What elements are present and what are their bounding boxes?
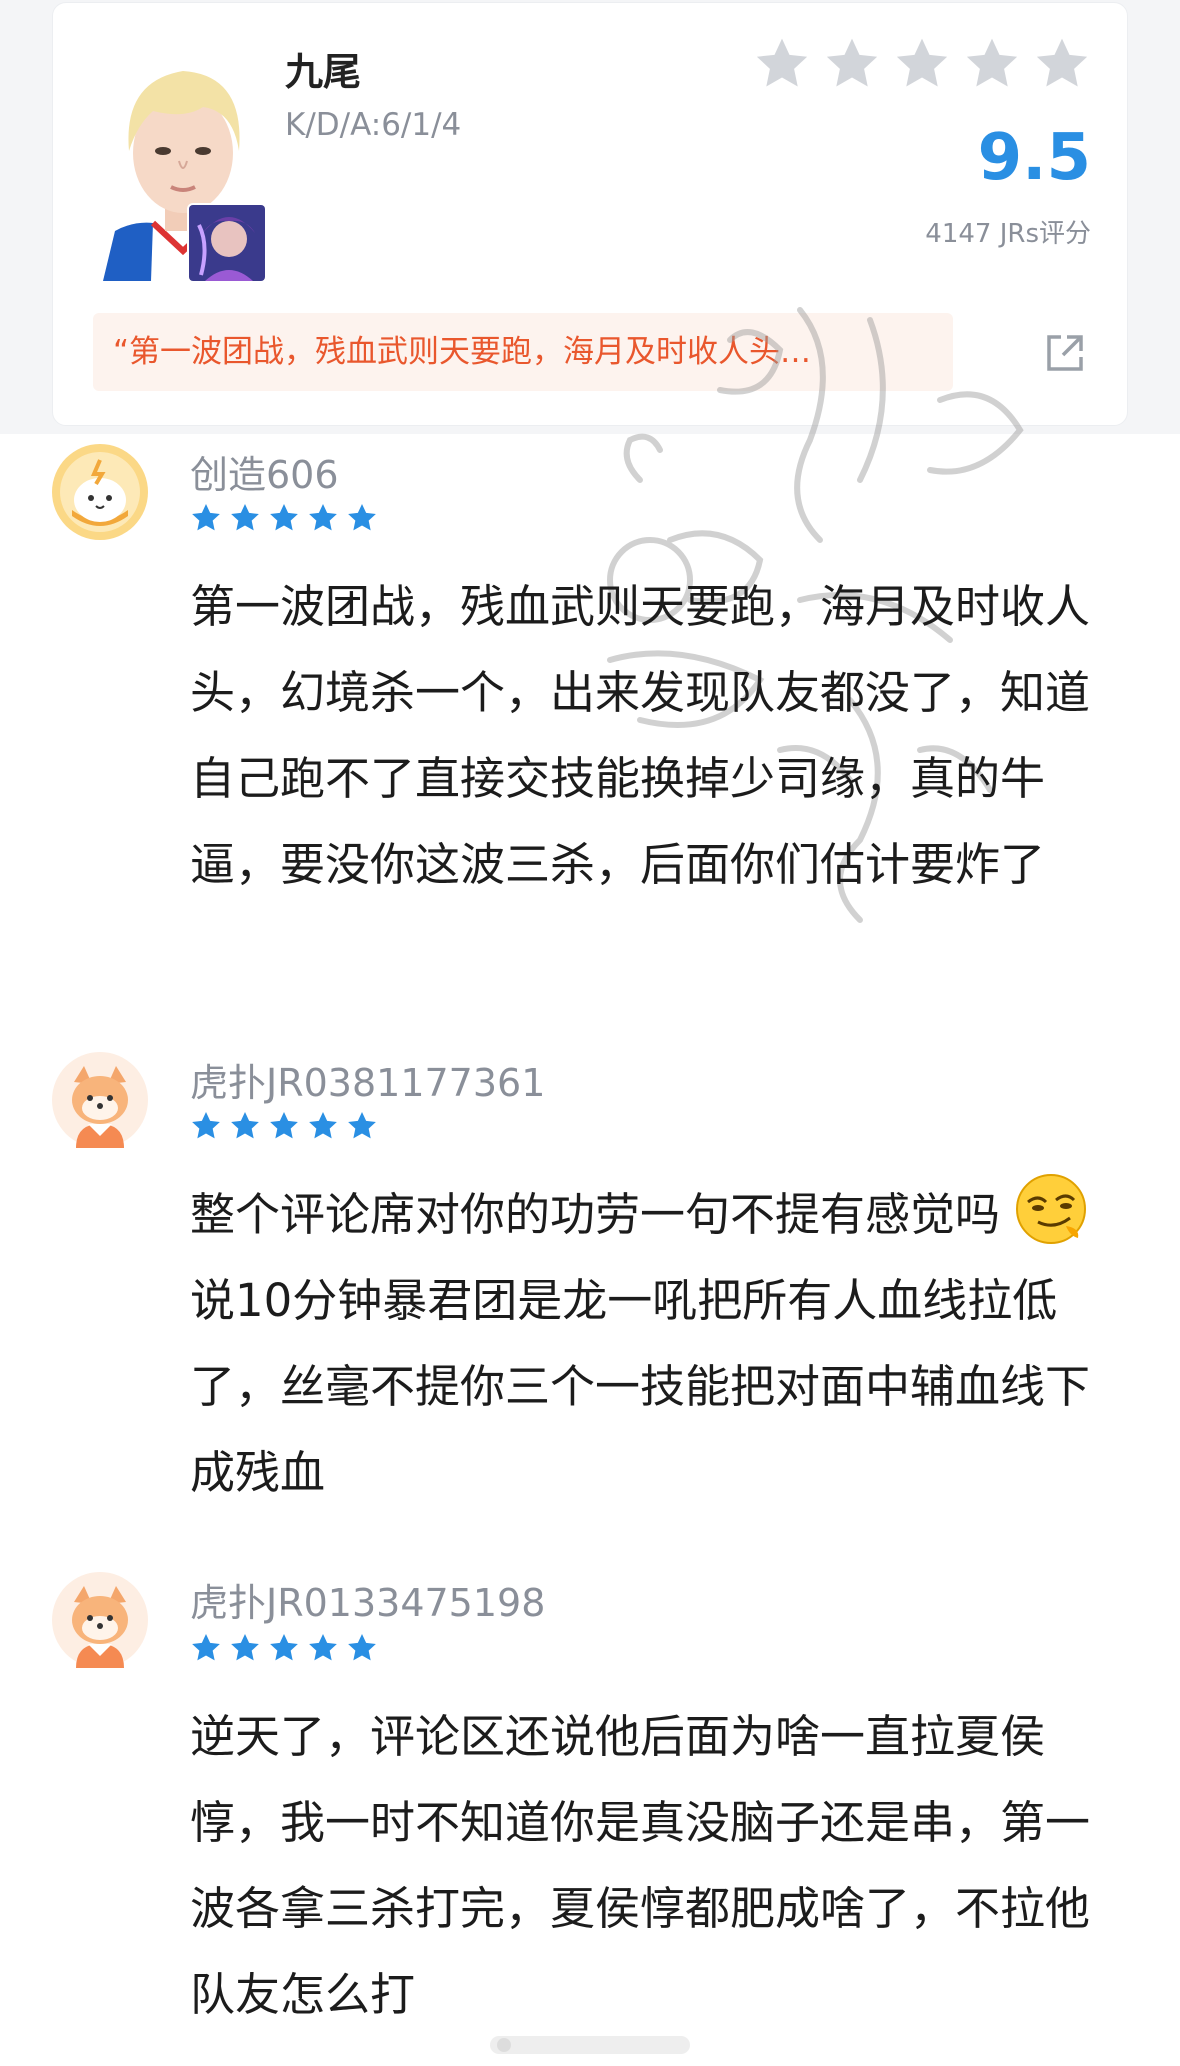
player-name: 九尾 bbox=[285, 50, 362, 94]
star-icon bbox=[270, 504, 298, 531]
star-icon[interactable] bbox=[753, 35, 811, 93]
fox-avatar[interactable] bbox=[52, 1572, 148, 1668]
rating-count: 4147 JRs评分 bbox=[925, 219, 1091, 249]
star-icon bbox=[192, 1112, 220, 1139]
share-icon[interactable] bbox=[1043, 331, 1087, 375]
smirk-emoji-icon bbox=[1014, 1172, 1088, 1246]
star-icon[interactable] bbox=[963, 35, 1021, 93]
comment-text: 整个评论席对你的功劳一句不提有感觉吗 说10分钟暴君团是龙一吼把所有人血线拉低了… bbox=[190, 1172, 1110, 1516]
fox-avatar[interactable] bbox=[52, 1052, 148, 1148]
star-icon bbox=[231, 1112, 259, 1139]
star-icon bbox=[309, 504, 337, 531]
comment-text: 第一波团战，残血武则天要跑，海月及时收人头，幻境杀一个，出来发现队友都没了，知道… bbox=[190, 580, 1091, 891]
featured-quote[interactable]: “第一波团战，残血武则天要跑，海月及时收人头… bbox=[93, 313, 953, 391]
rating-score: 9.5 bbox=[977, 121, 1091, 195]
star-icon bbox=[192, 504, 220, 531]
player-kda: K/D/A:6/1/4 bbox=[285, 107, 462, 143]
comment-text-part: 说10分钟暴君团是龙一吼把所有人血线拉低了，丝毫不提你三个一技能把对面中辅血线下… bbox=[190, 1274, 1091, 1499]
star-icon bbox=[309, 1634, 337, 1661]
star-icon[interactable] bbox=[893, 35, 951, 93]
star-icon bbox=[348, 1112, 376, 1139]
star-icon bbox=[348, 504, 376, 531]
star-icon bbox=[348, 1634, 376, 1661]
star-icon bbox=[192, 1634, 220, 1661]
rating-stars[interactable] bbox=[753, 35, 1091, 93]
hero-portrait-icon bbox=[187, 203, 267, 283]
comment-username[interactable]: 虎扑JR0381177361 bbox=[190, 1052, 545, 1107]
cute-bun-avatar[interactable] bbox=[52, 444, 148, 540]
star-icon bbox=[231, 1634, 259, 1661]
weibo-watermark-icon bbox=[490, 2032, 690, 2058]
star-icon bbox=[270, 1112, 298, 1139]
star-icon bbox=[231, 504, 259, 531]
comment-stars bbox=[190, 502, 378, 534]
comment-stars bbox=[190, 1632, 378, 1664]
comment-text-part: 整个评论席对你的功劳一句不提有感觉吗 bbox=[190, 1188, 1001, 1241]
star-icon bbox=[309, 1112, 337, 1139]
comment-username[interactable]: 虎扑JR0133475198 bbox=[190, 1572, 545, 1627]
comment-stars bbox=[190, 1110, 378, 1142]
star-icon[interactable] bbox=[823, 35, 881, 93]
star-icon bbox=[270, 1634, 298, 1661]
comment-text: 逆天了，评论区还说他后面为啥一直拉夏侯惇，我一时不知道你是真没脑子还是串，第一波… bbox=[190, 1710, 1091, 2021]
comment-username[interactable]: 创造606 bbox=[190, 444, 339, 499]
player-rating-card[interactable]: 九尾 K/D/A:6/1/4 9.5 4147 JRs评分 “第一波团战，残血武… bbox=[52, 2, 1128, 426]
star-icon[interactable] bbox=[1033, 35, 1091, 93]
